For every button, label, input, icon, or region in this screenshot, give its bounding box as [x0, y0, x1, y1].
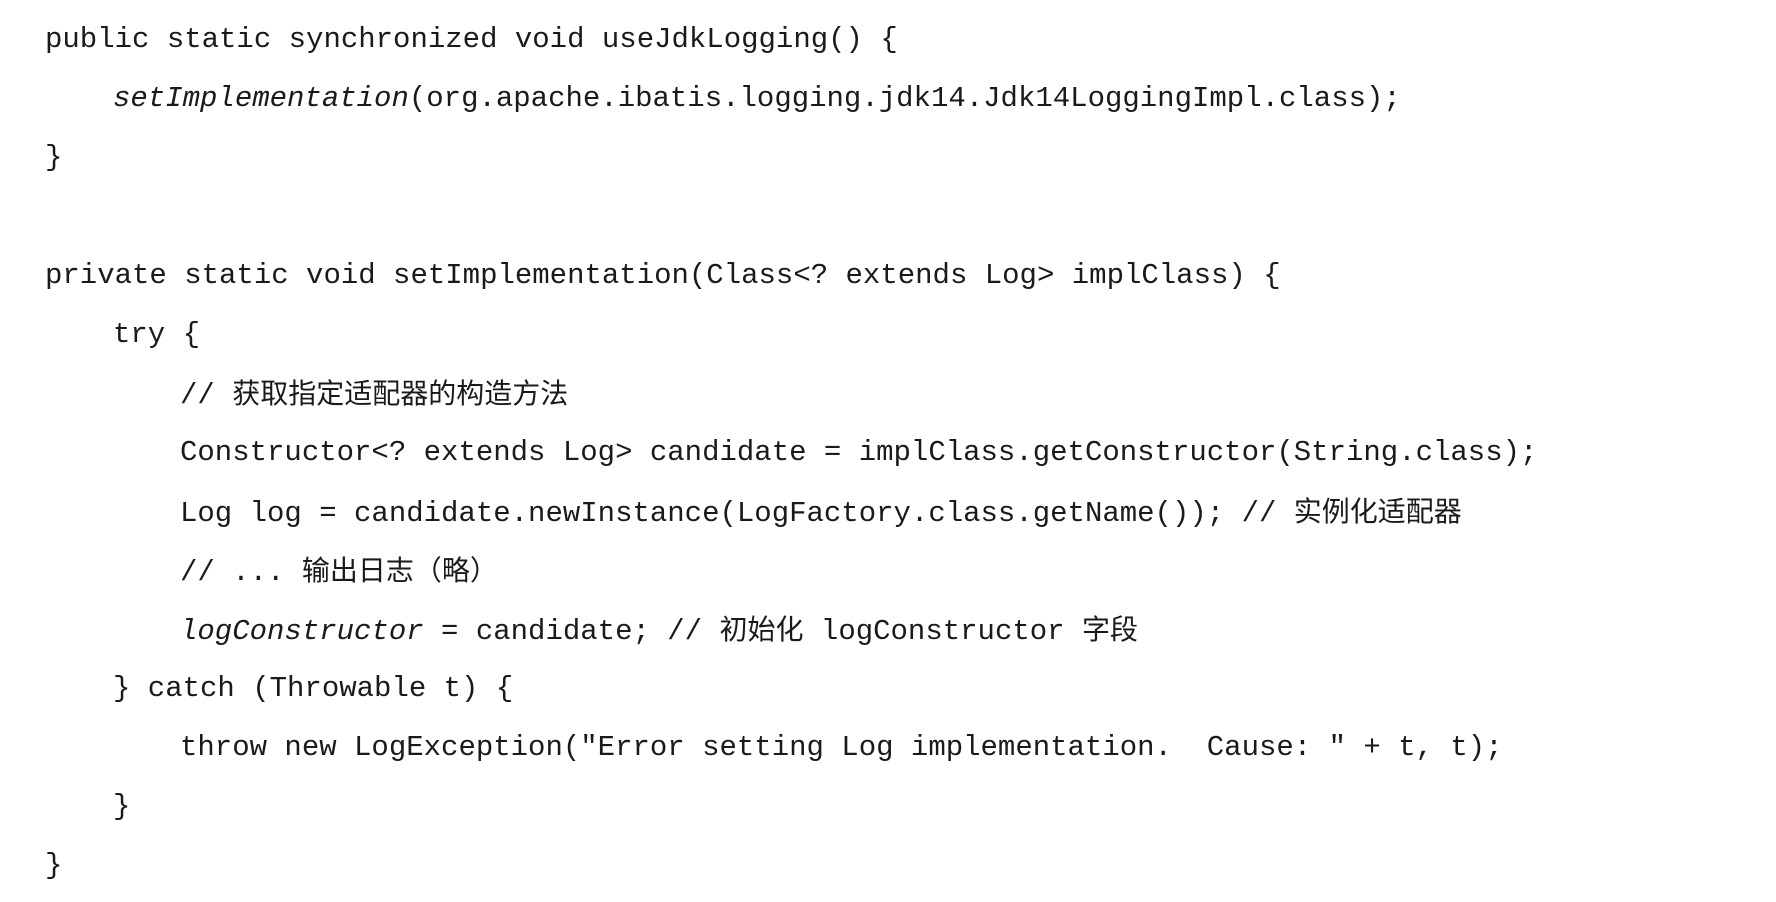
comment-text: 输出日志（略） [301, 554, 498, 587]
closing-brace: } [45, 849, 63, 882]
code-line-9: Log log = candidate.newInstance(LogFacto… [45, 482, 1765, 541]
code-line-3: } [45, 128, 1765, 187]
code-line-15: } [45, 836, 1765, 895]
code-text: throw new LogException("Error setting Lo… [180, 731, 1503, 764]
closing-brace: } [113, 790, 131, 823]
code-text: = candidate; // [423, 615, 720, 648]
code-line-14: } [45, 777, 1765, 836]
code-text: } catch (Throwable t) { [113, 672, 514, 705]
code-line-1: public static synchronized void useJdkLo… [45, 10, 1765, 69]
code-text: (org.apache.ibatis.logging.jdk14.Jdk14Lo… [408, 82, 1401, 115]
field-name-italic: logConstructor [180, 615, 424, 648]
method-name-italic: setImplementation [113, 82, 409, 115]
code-text: private static void setImplementation(Cl… [45, 259, 1281, 292]
comment-prefix: // ... [180, 556, 302, 589]
code-text: Log log = candidate.newInstance(LogFacto… [180, 497, 1294, 530]
comment-text: 初始化 [719, 613, 804, 646]
code-line-5: private static void setImplementation(Cl… [45, 246, 1765, 305]
code-text: public static synchronized void useJdkLo… [45, 23, 898, 56]
comment-field-name: logConstructor [803, 615, 1082, 648]
code-line-11: logConstructor = candidate; // 初始化 logCo… [45, 600, 1765, 659]
code-line-7: // 获取指定适配器的构造方法 [45, 364, 1765, 423]
code-line-12: } catch (Throwable t) { [45, 659, 1765, 718]
code-listing: public static synchronized void useJdkLo… [45, 10, 1765, 895]
comment-text: 实例化适配器 [1293, 495, 1462, 528]
code-line-13: throw new LogException("Error setting Lo… [45, 718, 1765, 777]
code-text: Constructor<? extends Log> candidate = i… [180, 436, 1538, 469]
closing-brace: } [45, 141, 63, 174]
comment-prefix: // [180, 379, 233, 412]
code-line-2: setImplementation(org.apache.ibatis.logg… [45, 69, 1765, 128]
code-line-10: // ... 输出日志（略） [45, 541, 1765, 600]
comment-text: 字段 [1081, 613, 1138, 646]
code-text: try { [113, 318, 201, 351]
comment-text: 获取指定适配器的构造方法 [232, 377, 569, 410]
code-line-6: try { [45, 305, 1765, 364]
code-line-8: Constructor<? extends Log> candidate = i… [45, 423, 1765, 482]
